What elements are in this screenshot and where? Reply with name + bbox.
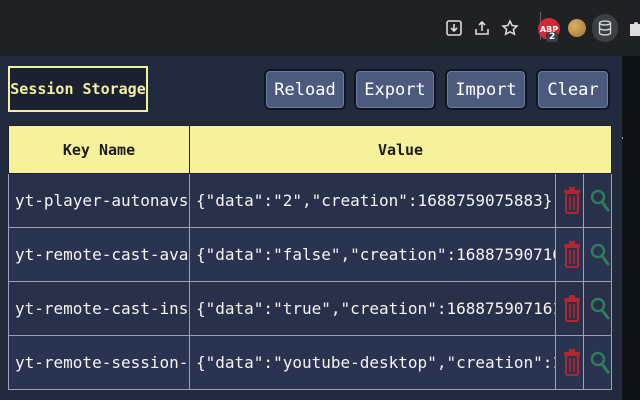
- key-cell[interactable]: yt-remote-cast-instal: [8, 281, 190, 336]
- table-row: yt-remote-session-app{"data":"youtube-de…: [8, 335, 613, 390]
- reload-button[interactable]: Reload: [264, 69, 346, 110]
- key-cell[interactable]: yt-remote-session-app: [8, 335, 190, 390]
- clear-button[interactable]: Clear: [536, 69, 610, 110]
- delete-button[interactable]: [555, 227, 584, 282]
- storage-type-label[interactable]: Session Storage: [8, 66, 148, 112]
- storage-extension-icon[interactable]: [592, 14, 618, 42]
- trash-icon: [562, 240, 582, 270]
- cookie-icon[interactable]: [568, 19, 586, 37]
- magnifier-icon: [590, 240, 610, 270]
- key-cell[interactable]: yt-player-autonavstat: [8, 173, 190, 228]
- value-header: Value: [188, 125, 613, 174]
- key-name-header: Key Name: [8, 125, 190, 174]
- session-storage-popup: Session Storage Reload Export Import Cle…: [0, 56, 622, 400]
- import-button[interactable]: Import: [445, 69, 527, 110]
- adblock-count-badge: 2: [546, 32, 559, 42]
- magnifier-icon: [590, 348, 610, 378]
- magnifier-icon: [590, 186, 610, 216]
- star-icon[interactable]: [498, 16, 522, 40]
- trash-icon: [562, 348, 582, 378]
- value-cell[interactable]: {"data":"true","creation":1688759071613}: [189, 281, 556, 336]
- table-header-row: Key Name Value: [8, 125, 613, 174]
- delete-button[interactable]: [555, 281, 584, 336]
- view-button[interactable]: [582, 281, 613, 336]
- delete-button[interactable]: [555, 173, 584, 228]
- view-button[interactable]: [582, 227, 613, 282]
- magnifier-icon: [590, 294, 610, 324]
- table-row: yt-player-autonavstat{"data":"2","creati…: [8, 173, 613, 228]
- trash-icon: [562, 186, 582, 216]
- adblock-icon[interactable]: ABP 2: [538, 18, 560, 42]
- value-cell[interactable]: {"data":"youtube-desktop","creation":168…: [189, 335, 556, 390]
- view-button[interactable]: [582, 173, 613, 228]
- table-row: yt-remote-cast-instal{"data":"true","cre…: [8, 281, 613, 336]
- delete-button[interactable]: [555, 335, 584, 390]
- view-button[interactable]: [582, 335, 613, 390]
- table-row: yt-remote-cast-availa{"data":"false","cr…: [8, 227, 613, 282]
- share-icon[interactable]: [470, 16, 494, 40]
- export-button[interactable]: Export: [354, 69, 436, 110]
- storage-table: Key Name Value yt-player-autonavstat{"da…: [8, 125, 613, 390]
- value-cell[interactable]: {"data":"false","creation":1688759071614…: [189, 227, 556, 282]
- key-cell[interactable]: yt-remote-cast-availa: [8, 227, 190, 282]
- browser-toolbar: ABP 2: [0, 0, 640, 56]
- trash-icon: [562, 294, 582, 324]
- puzzle-icon[interactable]: [624, 16, 640, 40]
- install-icon[interactable]: [442, 16, 466, 40]
- value-cell[interactable]: {"data":"2","creation":1688759075883}: [189, 173, 556, 228]
